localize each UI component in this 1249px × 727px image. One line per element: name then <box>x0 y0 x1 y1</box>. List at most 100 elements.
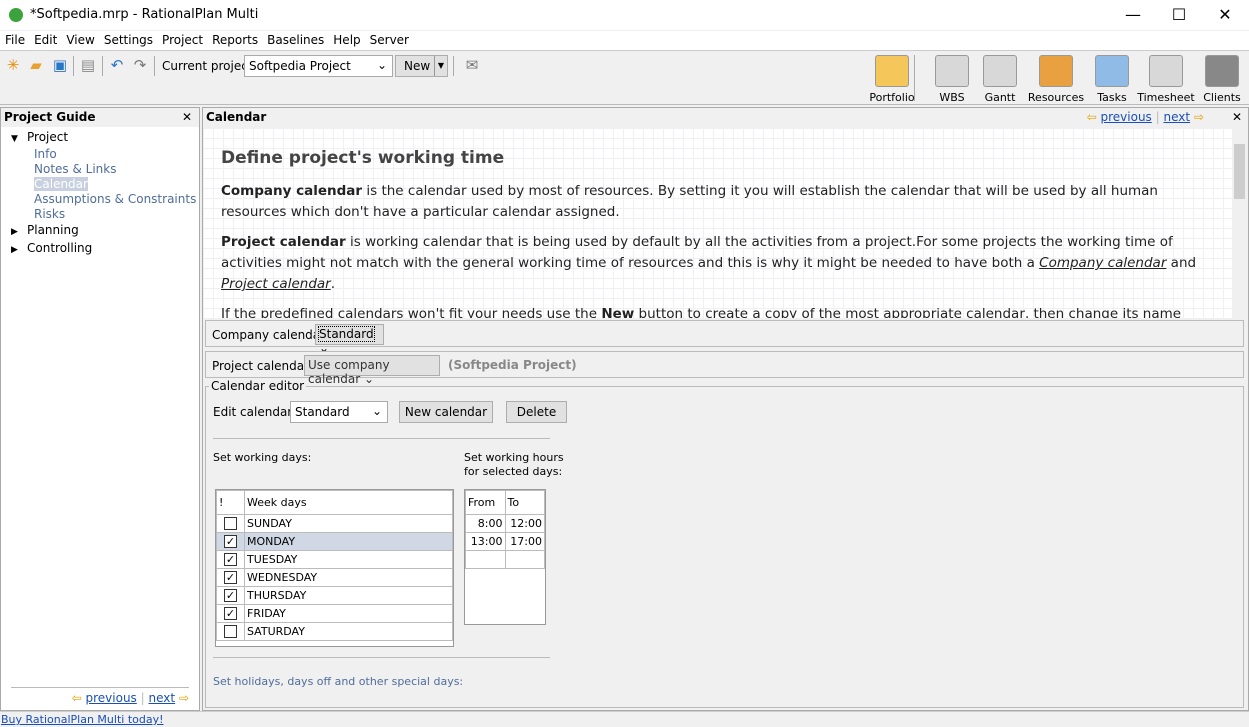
expanded-triangle-icon[interactable]: ▼ <box>11 132 27 147</box>
day-checkbox[interactable]: ✓ <box>224 535 237 549</box>
resources-button[interactable]: Resources <box>1026 53 1086 105</box>
gantt-button[interactable]: Gantt <box>970 53 1030 105</box>
term: New <box>601 306 635 318</box>
to-cell[interactable]: 12:00 <box>504 514 545 533</box>
main-previous-link[interactable]: previous <box>1101 110 1152 124</box>
company-calendar-link[interactable]: Company calendar <box>1039 255 1166 271</box>
day-checkbox[interactable] <box>224 625 237 639</box>
guide-item-label: Planning <box>27 223 79 237</box>
guide-previous-link[interactable]: previous <box>86 691 137 705</box>
day-name: SATURDAY <box>244 622 453 641</box>
portfolio-button[interactable]: Portfolio <box>862 53 922 105</box>
guide-item-calendar[interactable]: Calendar <box>1 177 199 192</box>
guide-item-info[interactable]: Info <box>1 147 199 162</box>
menu-baselines[interactable]: Baselines <box>267 33 324 47</box>
day-checkbox[interactable]: ✓ <box>224 589 237 603</box>
menu-settings[interactable]: Settings <box>104 33 153 47</box>
close-panel-icon[interactable]: ✕ <box>182 110 192 124</box>
project-calendar-select[interactable]: Use company calendar ⌄ <box>304 355 440 386</box>
guide-item-label: Controlling <box>27 241 93 255</box>
menu-reports[interactable]: Reports <box>212 33 258 47</box>
week-days-column-header[interactable]: Week days <box>244 490 453 515</box>
guide-next-link[interactable]: next <box>149 691 176 705</box>
wbs-icon <box>935 55 969 87</box>
redo-icon[interactable]: ↷ <box>131 56 149 74</box>
save-icon[interactable]: ▣ <box>51 56 69 74</box>
undo-icon[interactable]: ↶ <box>108 56 126 74</box>
menu-server[interactable]: Server <box>370 33 409 47</box>
tasks-label: Tasks <box>1097 91 1127 104</box>
help-scrollbar[interactable] <box>1232 128 1247 318</box>
working-days-label: Set working days: <box>213 451 312 464</box>
text: is working calendar that is being used b… <box>221 234 1173 271</box>
guide-item-project[interactable]: ▼ Project <box>1 130 199 147</box>
table-row[interactable]: 13:00 17:00 <box>465 532 545 551</box>
from-cell[interactable]: 8:00 <box>465 514 506 533</box>
resources-label: Resources <box>1027 91 1085 104</box>
edit-calendar-label: Edit calendar: <box>213 405 297 419</box>
edit-calendar-select[interactable]: Standard ⌄ <box>290 401 388 423</box>
timesheet-button[interactable]: Timesheet <box>1136 53 1196 105</box>
guide-item-planning[interactable]: ▶ Planning <box>1 223 199 240</box>
table-row[interactable]: SATURDAY <box>216 622 453 641</box>
buy-link[interactable]: Buy RationalPlan Multi today! <box>1 713 164 726</box>
project-calendar-link[interactable]: Project calendar <box>221 276 331 292</box>
guide-item-notes-links[interactable]: Notes & Links <box>1 162 199 177</box>
day-checkbox[interactable]: ✓ <box>224 553 237 567</box>
help-heading: Define project's working time <box>221 148 505 168</box>
main-next-link[interactable]: next <box>1164 110 1191 124</box>
day-checkbox[interactable] <box>224 517 237 531</box>
table-row[interactable]: ✓ MONDAY <box>216 532 453 551</box>
minimize-button[interactable]: — <box>1110 4 1156 26</box>
print-icon[interactable]: ▤ <box>79 56 97 74</box>
scrollbar-thumb[interactable] <box>1234 144 1245 199</box>
delete-button[interactable]: Delete <box>506 401 567 423</box>
to-cell[interactable]: 17:00 <box>504 532 545 551</box>
table-row[interactable]: ✓ THURSDAY <box>216 586 453 605</box>
from-cell[interactable]: 13:00 <box>465 532 506 551</box>
menu-project[interactable]: Project <box>162 33 203 47</box>
tasks-button[interactable]: Tasks <box>1082 53 1142 105</box>
collapsed-triangle-icon[interactable]: ▶ <box>11 225 27 240</box>
guide-item-controlling[interactable]: ▶ Controlling <box>1 241 199 258</box>
guide-item-label: Calendar <box>34 177 88 191</box>
menu-help[interactable]: Help <box>333 33 360 47</box>
working-hours-label: Set working hours for selected days: <box>464 451 564 478</box>
table-row[interactable]: ✓ FRIDAY <box>216 604 453 623</box>
day-name: THURSDAY <box>244 586 453 605</box>
menu-file[interactable]: File <box>5 33 25 47</box>
current-project-label: Current project: <box>162 59 257 73</box>
new-project-button[interactable]: New ▼ <box>395 55 448 77</box>
portfolio-label: Portfolio <box>869 91 915 104</box>
day-checkbox[interactable]: ✓ <box>224 571 237 585</box>
help-paragraph: Company calendar is the calendar used by… <box>221 181 1214 223</box>
menu-view[interactable]: View <box>66 33 94 47</box>
chevron-down-icon: ⌄ <box>371 404 382 418</box>
help-paragraph: If the predefined calendars won't fit yo… <box>221 304 1214 318</box>
maximize-button[interactable]: ☐ <box>1156 4 1202 26</box>
company-calendar-select[interactable]: Standard ⌄ <box>315 324 384 355</box>
new-calendar-button[interactable]: New calendar <box>399 401 493 423</box>
guide-item-risks[interactable]: Risks <box>1 207 199 222</box>
table-row[interactable]: 8:00 12:00 <box>465 514 545 533</box>
table-row[interactable]: ✓ WEDNESDAY <box>216 568 453 587</box>
guide-item-assumptions-constraints[interactable]: Assumptions & Constraints <box>1 192 199 207</box>
week-days-table: ! Week days SUNDAY ✓ MONDAY ✓ TUESDAY ✓ WEDNESDA… <box>215 489 454 647</box>
table-row[interactable]: SUNDAY <box>216 514 453 533</box>
close-button[interactable]: ✕ <box>1202 4 1248 26</box>
company-calendar-label: Company calendar: <box>212 328 329 342</box>
current-project-select[interactable]: Softpedia Project ⌄ <box>244 55 393 77</box>
dropdown-arrow-icon[interactable]: ▼ <box>433 56 444 76</box>
collapsed-triangle-icon[interactable]: ▶ <box>11 243 27 258</box>
day-checkbox[interactable]: ✓ <box>224 607 237 621</box>
close-panel-icon[interactable]: ✕ <box>1232 110 1242 124</box>
menu-edit[interactable]: Edit <box>34 33 57 47</box>
clients-button[interactable]: Clients <box>1192 53 1249 105</box>
company-calendar-value: Standard <box>318 326 375 342</box>
empty-row[interactable] <box>465 550 545 569</box>
email-icon[interactable]: ✉ <box>460 56 484 74</box>
toolbar: ✳ ▰ ▣ ▤ ↶ ↷ Current project: Softpedia P… <box>0 50 1249 105</box>
open-folder-icon[interactable]: ▰ <box>27 56 45 74</box>
table-row[interactable]: ✓ TUESDAY <box>216 550 453 569</box>
new-file-icon[interactable]: ✳ <box>4 56 22 74</box>
